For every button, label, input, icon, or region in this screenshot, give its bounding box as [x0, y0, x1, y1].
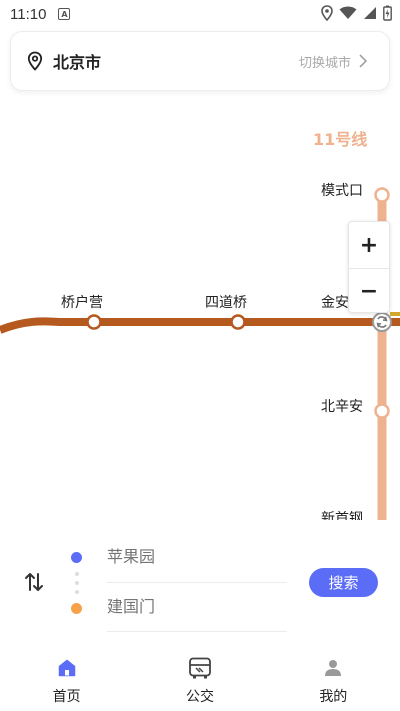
line-11-label: 11号线	[313, 130, 368, 149]
zoom-out-button[interactable]: −	[349, 268, 389, 314]
switch-city-label: 切换城市	[298, 55, 351, 71]
user-icon	[321, 656, 345, 680]
metro-map[interactable]: 11号线 模式口 桥户营 四道桥 金安桥 北辛安 新首钢 + −	[0, 100, 400, 520]
nav-item-profile[interactable]: 我的	[267, 650, 400, 711]
location-status-icon	[321, 5, 333, 21]
zoom-controls: + −	[348, 221, 390, 313]
nav-label-bus: 公交	[185, 689, 214, 705]
route-search-panel: 搜索	[0, 530, 400, 640]
wifi-icon	[339, 6, 357, 19]
station-moshikou-label[interactable]: 模式口	[321, 180, 363, 200]
search-button[interactable]: 搜索	[309, 568, 378, 597]
nav-item-home[interactable]: 首页	[0, 650, 133, 711]
route-connector-dot	[75, 581, 79, 585]
signal-icon	[364, 7, 376, 19]
notification-a-icon: A	[58, 8, 71, 20]
main-line-track	[0, 317, 400, 334]
nav-label-profile: 我的	[319, 689, 348, 705]
route-connector-dot	[75, 572, 79, 576]
station-xinshougang-label[interactable]: 新首钢	[321, 508, 363, 520]
end-point-dot	[71, 603, 82, 614]
bottom-nav: 首页 公交 我的	[0, 650, 400, 711]
start-point-dot	[71, 552, 82, 563]
route-connector-dot	[75, 590, 79, 594]
city-name: 北京市	[53, 53, 102, 72]
zoom-in-button[interactable]: +	[349, 222, 389, 268]
station-moshikou-marker	[374, 187, 390, 203]
city-selector-card[interactable]: 北京市 切换城市	[10, 31, 390, 91]
location-pin-icon	[27, 51, 43, 71]
battery-icon	[383, 5, 392, 21]
switch-city-button[interactable]: 切换城市	[299, 52, 367, 71]
status-icons	[321, 5, 392, 21]
station-beixinan-label[interactable]: 北辛安	[321, 396, 363, 416]
station-qiaohuying-marker	[86, 314, 102, 330]
station-beixinan-marker	[374, 403, 390, 419]
bus-icon	[188, 656, 212, 680]
start-station-input[interactable]	[107, 547, 287, 566]
home-icon	[55, 656, 79, 680]
station-sidaoqiao-label[interactable]: 四道桥	[205, 292, 247, 312]
route-divider	[107, 582, 287, 583]
nav-label-home: 首页	[52, 689, 81, 705]
station-qiaohuying-label[interactable]: 桥户营	[61, 292, 103, 312]
status-time: 11:10	[10, 5, 47, 23]
station-sidaoqiao-marker	[230, 314, 246, 330]
end-station-input[interactable]	[107, 597, 287, 616]
route-divider	[107, 631, 287, 632]
nav-item-bus[interactable]: 公交	[133, 650, 266, 711]
status-bar: 11:10 A	[0, 0, 400, 28]
swap-direction-icon[interactable]	[22, 570, 46, 594]
chevron-right-icon	[359, 54, 367, 68]
station-jinanqiao-transfer-icon	[372, 312, 392, 332]
